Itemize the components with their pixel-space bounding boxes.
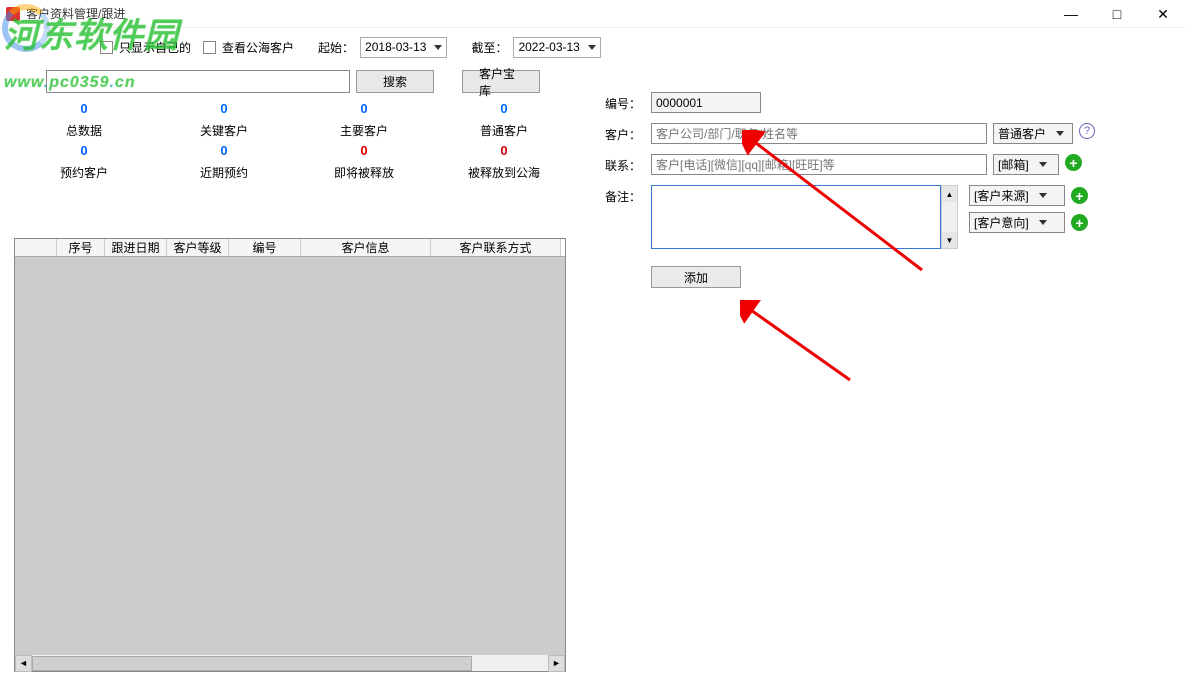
- add-button[interactable]: 添加: [651, 266, 741, 288]
- chevron-down-icon: [1056, 131, 1064, 136]
- annotation-arrow-2: [740, 300, 860, 390]
- contact-label: 联系：: [605, 154, 651, 174]
- grid-col-info[interactable]: 客户信息: [301, 239, 431, 256]
- chevron-down-icon: [434, 45, 442, 50]
- end-date-label: 截至：: [471, 39, 507, 56]
- only-mine-checkbox[interactable]: [100, 41, 113, 54]
- grid-col-no[interactable]: 编号: [229, 239, 301, 256]
- chevron-down-icon: [1039, 162, 1047, 167]
- grid-hscroll[interactable]: ◄ ►: [15, 654, 565, 671]
- only-mine-label: 只显示自己的: [119, 39, 191, 56]
- close-button[interactable]: ✕: [1140, 0, 1186, 28]
- treasure-button[interactable]: 客户宝库: [462, 70, 540, 93]
- search-button[interactable]: 搜索: [356, 70, 434, 93]
- stat-release-soon[interactable]: 0即将被释放: [294, 143, 434, 181]
- grid-col-index[interactable]: 序号: [57, 239, 105, 256]
- remark-scrollbar[interactable]: ▲▼: [941, 185, 958, 249]
- stat-main[interactable]: 0主要客户: [294, 101, 434, 139]
- stat-normal[interactable]: 0普通客户: [434, 101, 574, 139]
- end-date-input[interactable]: 2022-03-13: [513, 37, 600, 58]
- no-field: [651, 92, 761, 113]
- source-select[interactable]: [客户来源]: [969, 185, 1065, 206]
- start-date-input[interactable]: 2018-03-13: [360, 37, 447, 58]
- stat-appoint[interactable]: 0预约客户: [14, 143, 154, 181]
- contact-type-select[interactable]: [邮箱]: [993, 154, 1059, 175]
- add-source-icon[interactable]: +: [1071, 187, 1088, 204]
- customer-field[interactable]: [651, 123, 987, 144]
- remark-field[interactable]: [651, 185, 941, 249]
- scroll-right-icon[interactable]: ►: [548, 655, 565, 672]
- contact-field[interactable]: [651, 154, 987, 175]
- maximize-button[interactable]: □: [1094, 0, 1140, 28]
- add-intent-icon[interactable]: +: [1071, 214, 1088, 231]
- search-input[interactable]: [46, 70, 350, 93]
- data-grid[interactable]: 序号 跟进日期 客户等级 编号 客户信息 客户联系方式 ◄ ►: [14, 238, 566, 672]
- intent-select[interactable]: [客户意向]: [969, 212, 1065, 233]
- view-public-checkbox[interactable]: [203, 41, 216, 54]
- stat-total[interactable]: 0总数据: [14, 101, 154, 139]
- grid-col-contact[interactable]: 客户联系方式: [431, 239, 561, 256]
- customer-label: 客户：: [605, 123, 651, 143]
- stat-key[interactable]: 0关键客户: [154, 101, 294, 139]
- grid-col-followdate[interactable]: 跟进日期: [105, 239, 167, 256]
- help-icon[interactable]: ?: [1079, 123, 1095, 139]
- start-date-label: 起始：: [318, 39, 354, 56]
- view-public-label: 查看公海客户: [222, 39, 294, 56]
- customer-type-select[interactable]: 普通客户: [993, 123, 1073, 144]
- app-icon: [6, 7, 20, 21]
- stat-recent[interactable]: 0近期预约: [154, 143, 294, 181]
- scroll-left-icon[interactable]: ◄: [15, 655, 32, 672]
- add-contact-icon[interactable]: +: [1065, 154, 1082, 171]
- grid-col-level[interactable]: 客户等级: [167, 239, 229, 256]
- chevron-down-icon: [588, 45, 596, 50]
- chevron-down-icon: [1039, 193, 1047, 198]
- stat-released[interactable]: 0被释放到公海: [434, 143, 574, 181]
- chevron-down-icon: [1039, 220, 1047, 225]
- minimize-button[interactable]: —: [1048, 0, 1094, 28]
- remark-label: 备注：: [605, 185, 651, 205]
- window-title: 客户资料管理/跟进: [26, 5, 125, 22]
- grid-col-selector[interactable]: [15, 239, 57, 256]
- no-label: 编号：: [605, 92, 651, 112]
- stats-panel: 0总数据 0关键客户 0主要客户 0普通客户 0预约客户 0近期预约 0即将被释…: [14, 101, 574, 185]
